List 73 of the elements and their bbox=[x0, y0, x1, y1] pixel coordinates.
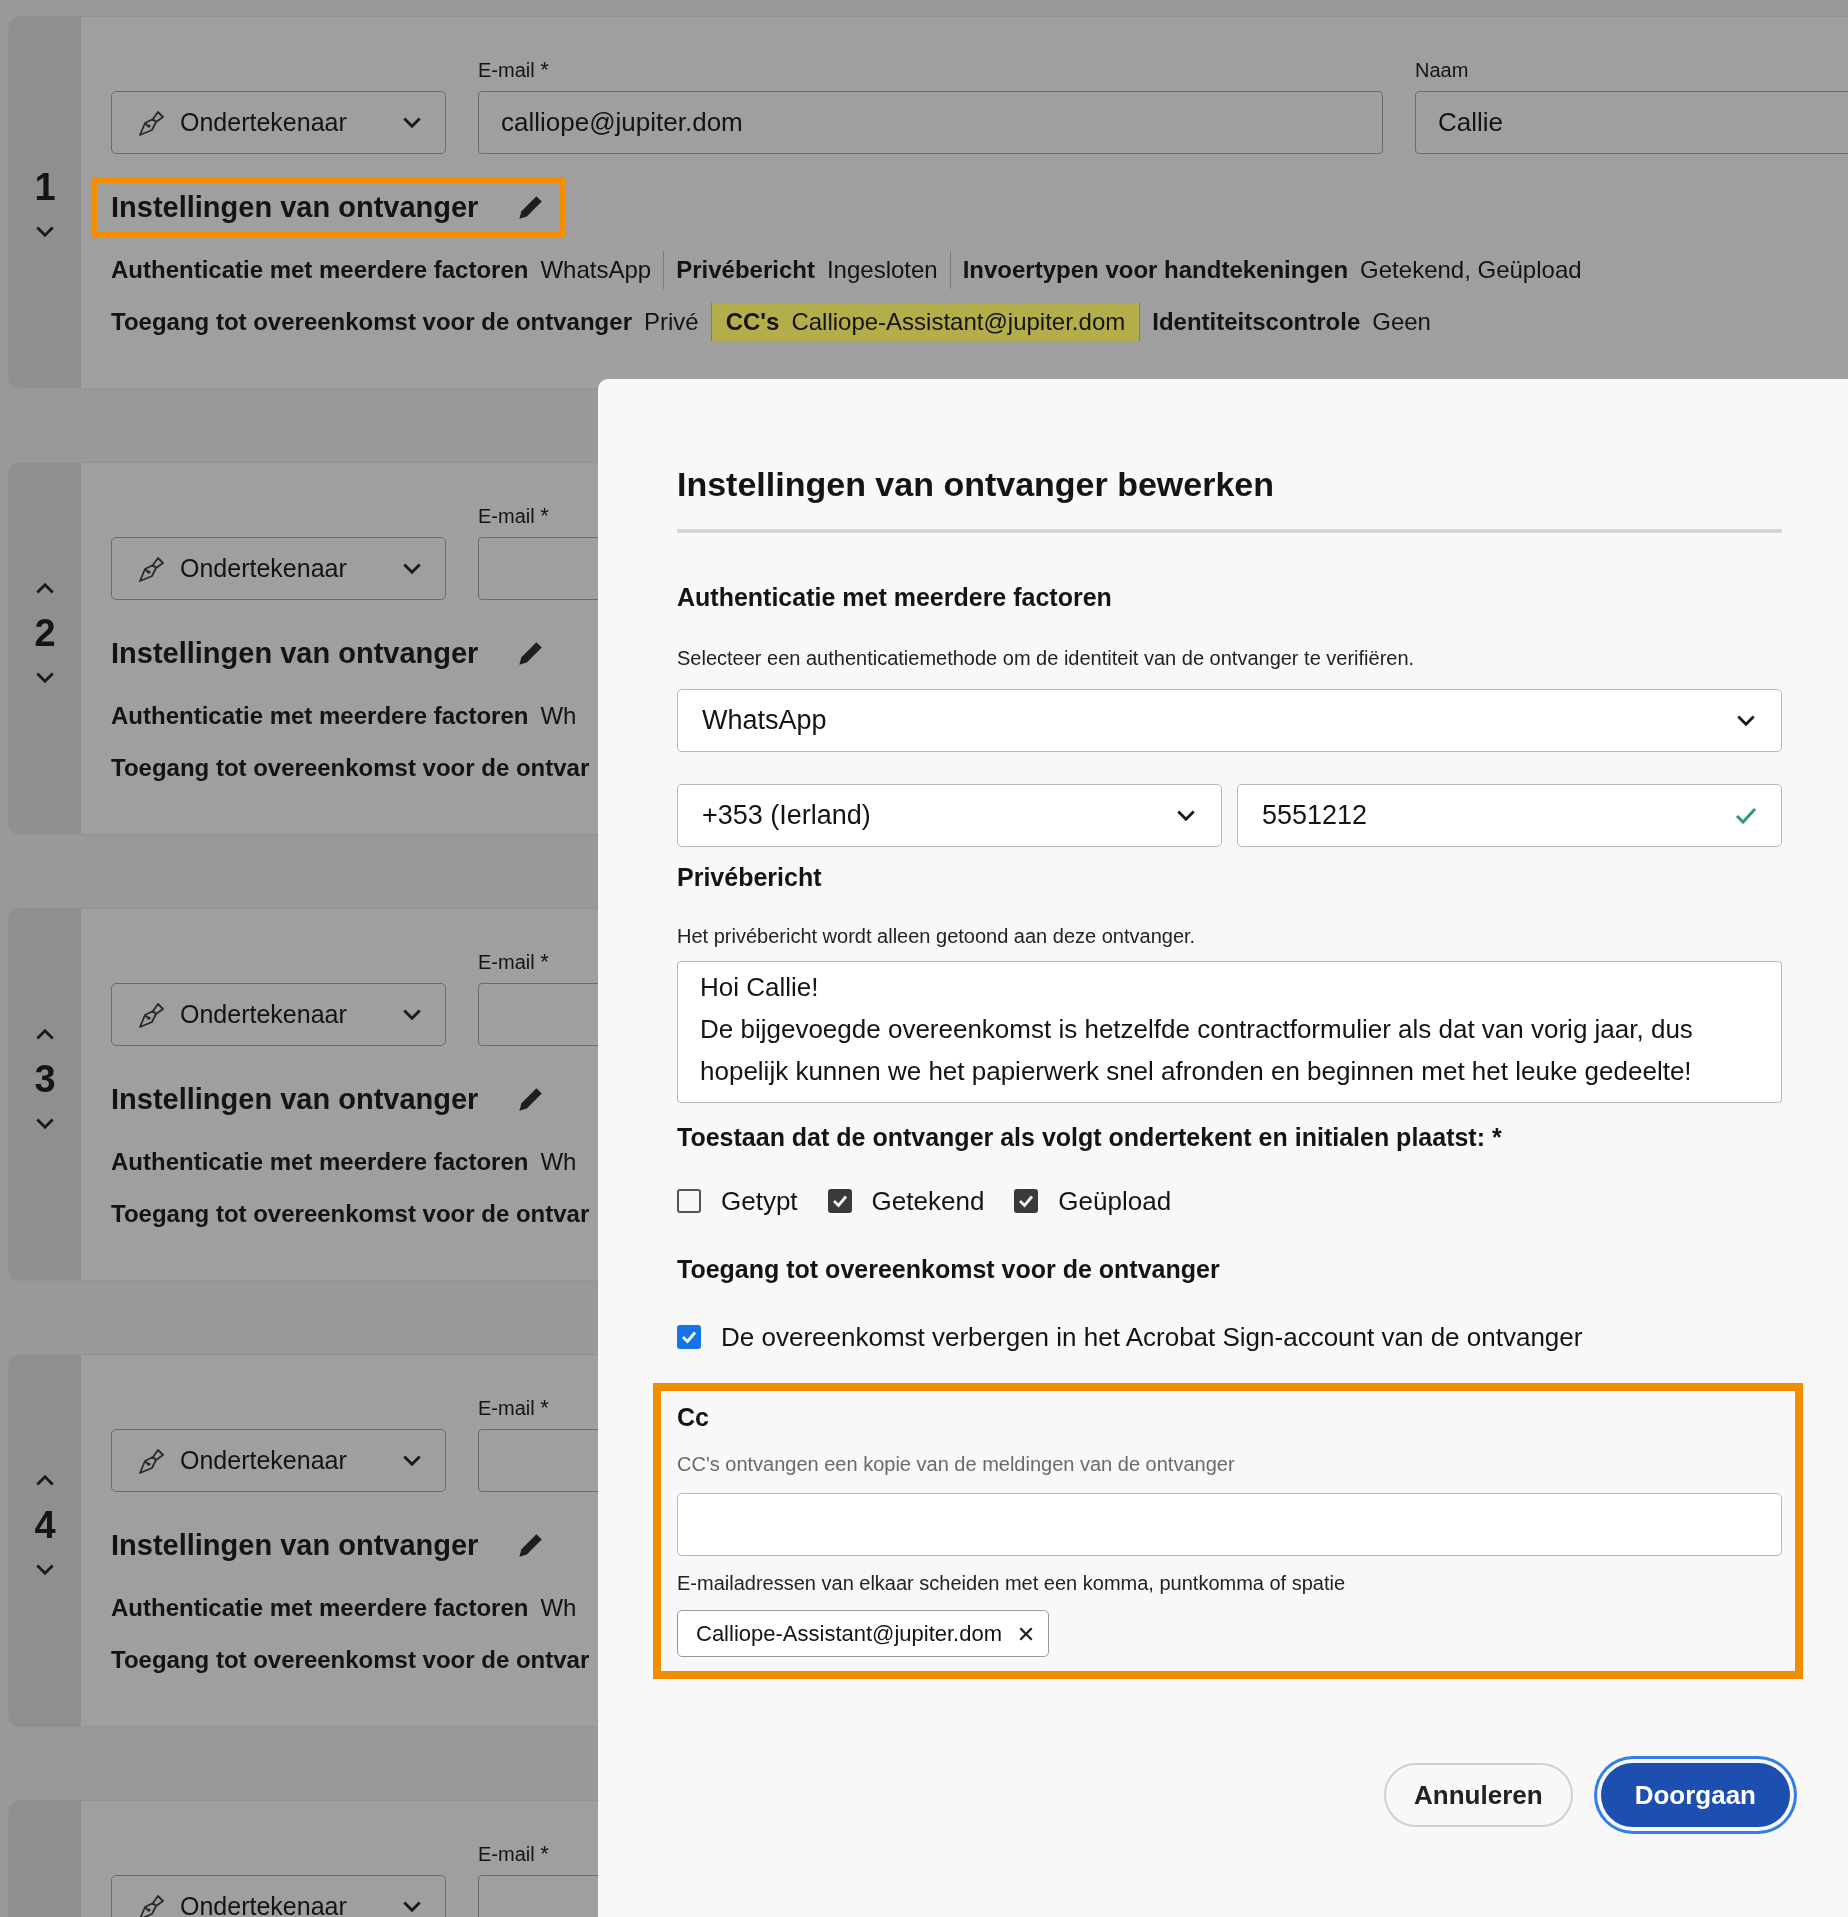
email-label: E-mail * bbox=[478, 57, 549, 83]
chevron-down-icon[interactable] bbox=[34, 1117, 56, 1131]
detail-item: Privébericht Ingesloten bbox=[663, 251, 950, 289]
recipient-number: 3 bbox=[34, 1059, 56, 1099]
method-dropdown[interactable]: WhatsApp bbox=[677, 689, 1782, 752]
chevron-down-icon[interactable] bbox=[34, 1563, 56, 1577]
chevron-down-icon bbox=[401, 1453, 423, 1468]
checkbox[interactable] bbox=[1014, 1189, 1039, 1213]
field-hint: E-mailadressen van elkaar scheiden met een komma, puntkomma of spatie bbox=[677, 1571, 1347, 1596]
settings-heading: Instellingen van ontvanger bbox=[111, 191, 479, 224]
checkbox-label: Getypt bbox=[721, 1185, 798, 1217]
name-label: Naam bbox=[1415, 58, 1469, 83]
checkbox-label: De overeenkomst verbergen in het Acrobat Sign-account van de ontvanger bbox=[721, 1321, 1583, 1353]
detail-item: Authenticatie met meerdere factoren Wh bbox=[111, 701, 578, 731]
phone-field[interactable]: 5551212 bbox=[1237, 784, 1782, 847]
role-dropdown[interactable]: Ondertekenaar bbox=[111, 983, 446, 1046]
section-heading: Privébericht bbox=[677, 862, 823, 893]
section-heading: Toestaan dat de ontvanger als volgt ondertekent en initialen plaatst: * bbox=[677, 1122, 1503, 1153]
checkbox[interactable] bbox=[827, 1189, 852, 1213]
checkbox-label: Geüpload bbox=[1058, 1185, 1172, 1217]
settings-heading: Instellingen van ontvanger bbox=[111, 1529, 479, 1562]
detail-item: Toegang tot overeenkomst voor de ontvar bbox=[111, 1199, 591, 1229]
detail-item: CC's Calliope-Assistant@jupiter.dom bbox=[710, 303, 1140, 341]
cc-email-field[interactable] bbox=[677, 1493, 1782, 1556]
detail-item: Toegang tot overeenkomst voor de ontvar bbox=[111, 753, 591, 783]
chevron-up-icon[interactable] bbox=[34, 1027, 56, 1041]
section-description: Selecteer een authenticatiemethode om de identiteit van de ontvanger te verifiëren. bbox=[677, 646, 1416, 671]
detail-item: Authenticatie met meerdere factoren Wh bbox=[111, 1593, 578, 1623]
chevron-up-icon[interactable] bbox=[34, 1473, 56, 1487]
chevron-down-icon[interactable] bbox=[34, 671, 56, 685]
chevron-down-icon bbox=[401, 1007, 423, 1022]
remove-icon[interactable] bbox=[1018, 1625, 1035, 1642]
detail-item: Authenticatie met meerdere factoren Wh bbox=[111, 1147, 578, 1177]
checkbox[interactable] bbox=[677, 1189, 701, 1213]
name-field[interactable]: Callie bbox=[1415, 91, 1848, 154]
role-dropdown[interactable]: Ondertekenaar bbox=[111, 1875, 446, 1917]
recipient-number: 1 bbox=[34, 167, 56, 207]
recipient-number: 4 bbox=[34, 1505, 56, 1545]
chevron-down-icon bbox=[1735, 713, 1757, 728]
section-description: CC's ontvangen een kopie van de meldingen van de ontvanger bbox=[677, 1452, 1236, 1477]
chevron-down-icon bbox=[401, 1899, 423, 1914]
chip-email: Calliope-Assistant@jupiter.dom bbox=[696, 1620, 1003, 1647]
message-field[interactable]: Hoi Callie! De bijgevoegde overeenkomst is hetzelfde contractformulier als dat van vorig jaar, dus hopelijk kunnen we het papierwerk snel afronden en beginnen met het leuke gedeelte! bbox=[677, 961, 1782, 1103]
cancel-button[interactable]: Annuleren bbox=[1384, 1763, 1573, 1827]
chevron-down-icon[interactable] bbox=[34, 225, 56, 239]
role-dropdown[interactable]: Ondertekenaar bbox=[111, 537, 446, 600]
settings-heading: Instellingen van ontvanger bbox=[111, 1083, 479, 1116]
email-label: E-mail * bbox=[478, 949, 549, 975]
chevron-up-icon[interactable] bbox=[34, 581, 56, 595]
dialog-title: Instellingen van ontvanger bewerken bbox=[677, 464, 1276, 505]
section-heading: Toegang tot overeenkomst voor de ontvanger bbox=[677, 1254, 1221, 1285]
detail-item: Authenticatie met meerdere factoren WhatsApp bbox=[111, 255, 653, 285]
email-label: E-mail * bbox=[478, 1841, 549, 1867]
recipient-number: 2 bbox=[34, 613, 56, 653]
section-description: Het privébericht wordt alleen getoond aan deze ontvanger. bbox=[677, 924, 1197, 949]
chevron-down-icon bbox=[401, 561, 423, 576]
section-heading: Authenticatie met meerdere factoren bbox=[677, 582, 1113, 613]
section-heading: Cc bbox=[677, 1402, 710, 1433]
email-label: E-mail * bbox=[478, 503, 549, 529]
chevron-down-icon bbox=[401, 115, 423, 130]
email-label: E-mail * bbox=[478, 1395, 549, 1421]
detail-item: Identiteitscontrole Geen bbox=[1139, 303, 1443, 341]
role-dropdown[interactable]: Ondertekenaar bbox=[111, 1429, 446, 1492]
detail-item: Toegang tot overeenkomst voor de ontvanger Privé bbox=[111, 307, 700, 337]
settings-heading: Instellingen van ontvanger bbox=[111, 637, 479, 670]
email-field[interactable]: calliope@jupiter.dom bbox=[478, 91, 1383, 154]
detail-item: Invoertypen voor handtekeningen Getekend, Geüpload bbox=[949, 251, 1594, 289]
role-dropdown[interactable]: Ondertekenaar bbox=[111, 91, 446, 154]
chevron-down-icon bbox=[1175, 808, 1197, 823]
detail-item: Toegang tot overeenkomst voor de ontvar bbox=[111, 1645, 591, 1675]
checkbox-label: Getekend bbox=[871, 1185, 985, 1217]
checkbox[interactable] bbox=[677, 1325, 701, 1349]
country-code-dropdown[interactable]: +353 (Ierland) bbox=[677, 784, 1222, 847]
